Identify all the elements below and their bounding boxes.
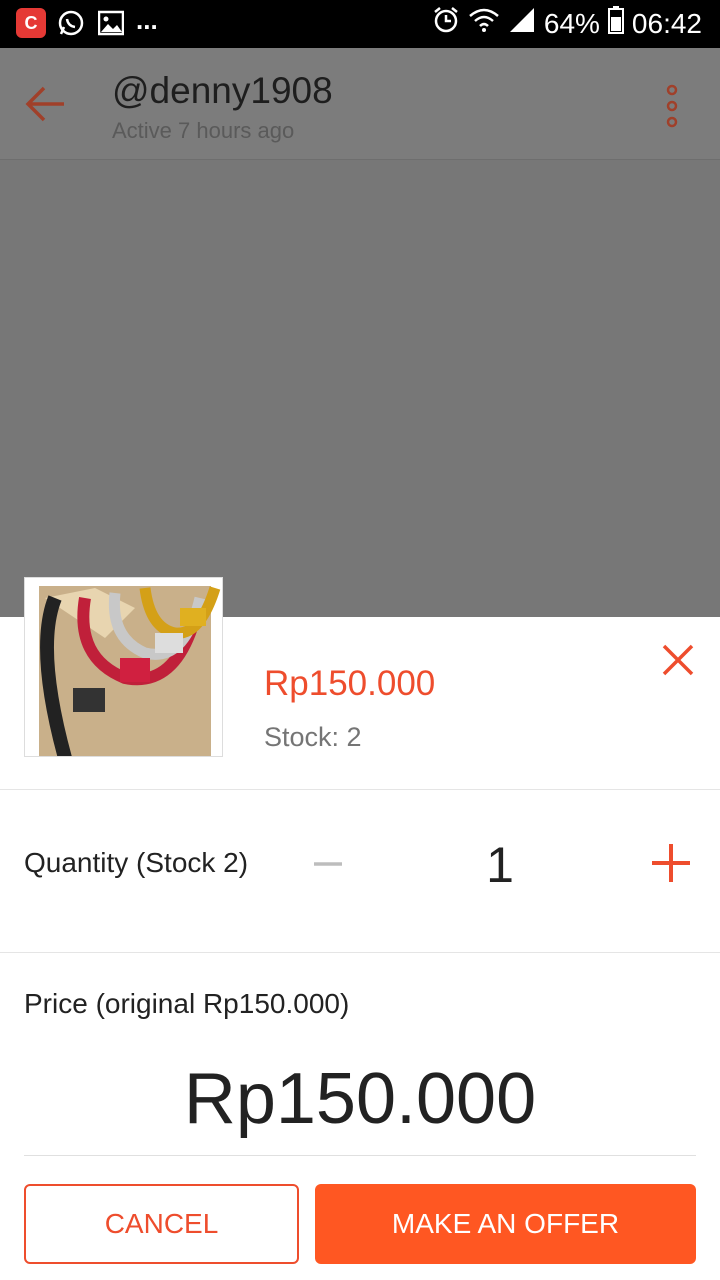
modal-backdrop[interactable]: [0, 160, 720, 617]
product-price: Rp150.000: [264, 664, 436, 703]
alarm-icon: [432, 6, 460, 41]
battery-icon: [607, 6, 624, 41]
chat-header: @denny1908 Active 7 hours ago: [0, 48, 720, 160]
price-input-underline: [24, 1155, 696, 1156]
quantity-decrease-button[interactable]: [312, 848, 344, 880]
divider: [0, 789, 720, 790]
status-bar: C ... 64% 06:42: [0, 0, 720, 48]
make-offer-button[interactable]: MAKE AN OFFER: [315, 1184, 696, 1264]
clock: 06:42: [631, 7, 702, 39]
handlebar-product-image: [24, 577, 223, 757]
product-stock: Stock: 2: [264, 722, 362, 752]
more-vertical-icon[interactable]: [660, 84, 684, 128]
cancel-button[interactable]: CANCEL: [24, 1184, 299, 1264]
user-active-status: Active 7 hours ago: [112, 118, 295, 143]
back-arrow-icon[interactable]: [24, 82, 68, 126]
chat-username: @denny1908: [112, 70, 333, 111]
battery-percent: 64%: [543, 7, 600, 39]
app-badge-text: C: [24, 12, 38, 33]
quantity-increase-button[interactable]: [650, 842, 692, 884]
gallery-icon: [96, 8, 126, 38]
wifi-icon: [468, 6, 500, 41]
close-icon[interactable]: [660, 642, 696, 678]
divider: [0, 952, 720, 953]
quantity-value[interactable]: 1: [460, 836, 540, 894]
more-notifications-indicator: ...: [136, 5, 158, 35]
quantity-label: Quantity (Stock 2): [24, 847, 249, 878]
whatsapp-icon: [56, 8, 86, 38]
signal-icon: [508, 6, 536, 41]
price-label: Price (original Rp150.000): [24, 988, 350, 1019]
offer-price-input[interactable]: Rp150.000: [0, 1058, 720, 1140]
app-notification-icon: C: [16, 8, 46, 38]
